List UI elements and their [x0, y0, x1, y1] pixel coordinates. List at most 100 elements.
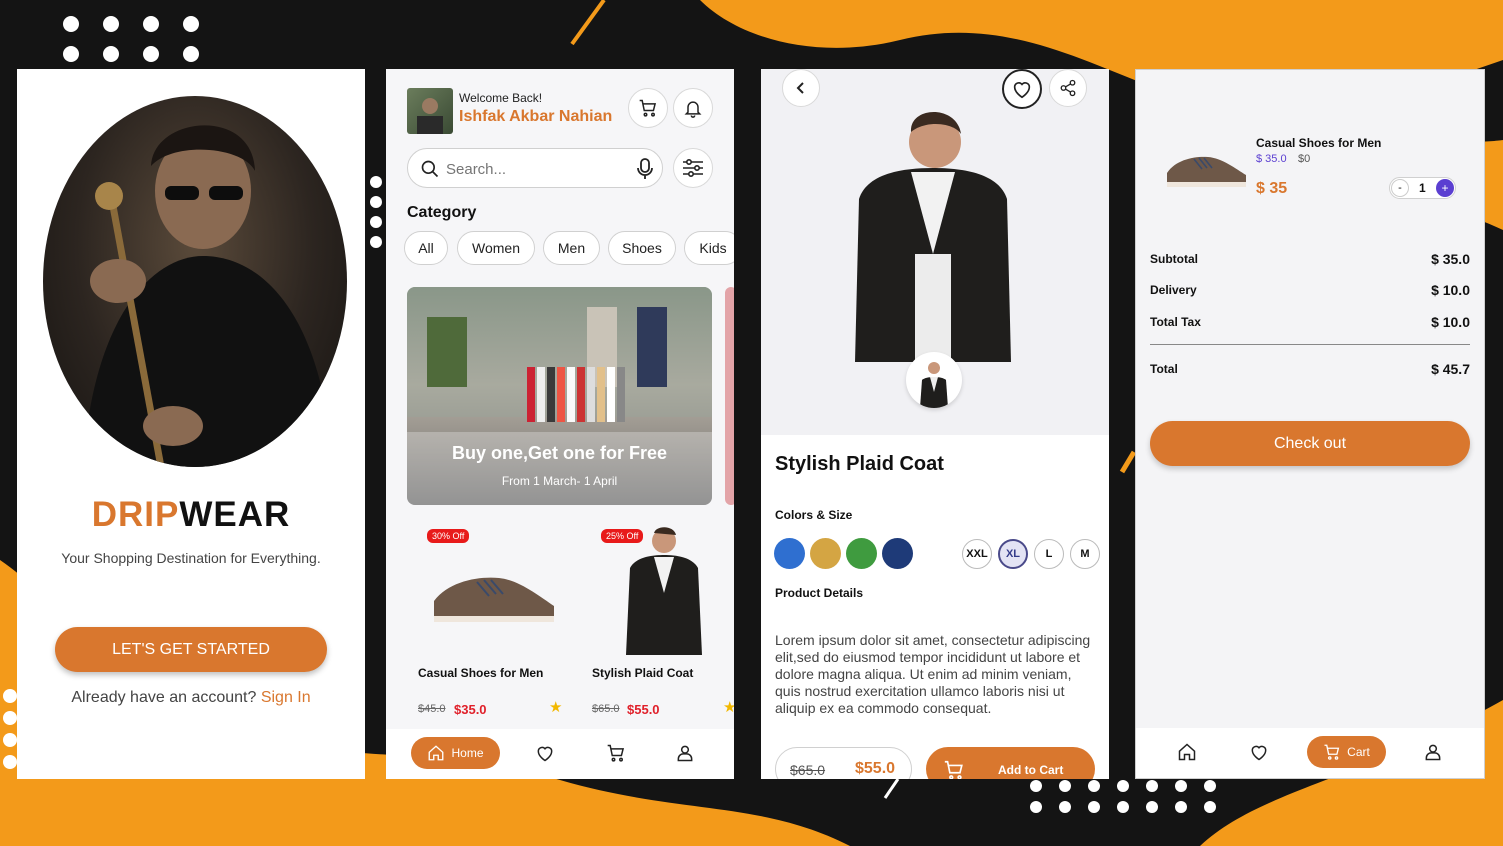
cart-item-total: $ 35	[1256, 180, 1288, 197]
cart-button[interactable]	[628, 88, 668, 128]
category-chip-women[interactable]: Women	[457, 231, 535, 265]
nav-cart-label: Cart	[1347, 745, 1370, 759]
size-option-xl[interactable]: XL	[998, 539, 1028, 569]
color-swatch[interactable]	[882, 538, 913, 569]
nav-cart-button[interactable]: Cart	[1307, 736, 1386, 768]
get-started-label: LET'S GET STARTED	[112, 640, 270, 658]
notification-button[interactable]	[673, 88, 713, 128]
share-icon	[1060, 79, 1076, 97]
onboarding-screen: DRIPWEAR Your Shopping Destination for E…	[17, 69, 365, 779]
filter-icon	[683, 158, 703, 178]
thumbnail[interactable]	[906, 352, 962, 408]
size-label: L	[1045, 548, 1053, 560]
bell-icon	[684, 101, 702, 118]
color-swatch[interactable]	[846, 538, 877, 569]
star-icon: ★	[549, 699, 563, 716]
quantity-stepper: - 1 +	[1389, 177, 1456, 199]
back-button[interactable]	[782, 69, 820, 107]
tagline: Your Shopping Destination for Everything…	[61, 550, 321, 566]
summary-label: Delivery	[1150, 283, 1197, 297]
product-name: Stylish Plaid Coat	[592, 666, 694, 680]
increment-button[interactable]: +	[1436, 179, 1454, 197]
nav-home-button[interactable]: Home	[411, 737, 500, 769]
size-option-xxl[interactable]: XXL	[962, 539, 992, 569]
minus-label: -	[1398, 182, 1402, 194]
chip-label: Women	[472, 240, 520, 256]
checkout-button[interactable]: Check out	[1150, 421, 1470, 466]
search-bar[interactable]	[407, 148, 663, 188]
decrement-button[interactable]: -	[1391, 179, 1409, 197]
size-option-l[interactable]: L	[1034, 539, 1064, 569]
next-banner-peek	[725, 287, 734, 505]
category-chip-kids[interactable]: Kids	[684, 231, 734, 265]
category-chip-all[interactable]: All	[404, 231, 448, 265]
product-image	[434, 577, 554, 622]
size-option-m[interactable]: M	[1070, 539, 1100, 569]
signin-row: Already have an account? Sign In	[17, 689, 365, 707]
size-label: XXL	[966, 548, 988, 560]
product-card[interactable]: 25% Off Stylish Plaid Coat $65.0 $55.0 ★	[581, 521, 734, 721]
summary-row: Subtotal $ 35.0	[1150, 251, 1470, 271]
add-to-cart-button[interactable]: Add to Cart	[926, 747, 1095, 779]
microphone-icon[interactable]	[636, 158, 654, 180]
chip-label: Shoes	[622, 240, 662, 256]
nav-home-label: Home	[451, 746, 484, 760]
summary-row: Delivery $ 10.0	[1150, 282, 1470, 302]
favorite-button[interactable]	[1002, 69, 1042, 109]
summary-value: $ 10.0	[1431, 282, 1470, 298]
price-box: $65.0 $55.0	[775, 747, 912, 779]
profile-icon[interactable]	[675, 743, 695, 763]
chip-label: Kids	[699, 240, 727, 256]
cart-item-extra: $0	[1298, 153, 1311, 165]
summary-label: Total Tax	[1150, 315, 1201, 329]
cart-screen: Casual Shoes for Men $ 35.0 $0 $ 35 - 1 …	[1135, 69, 1485, 779]
cart-item-name: Casual Shoes for Men	[1256, 136, 1382, 150]
product-image	[626, 527, 702, 655]
summary-row: Total Tax $ 10.0	[1150, 314, 1470, 334]
heart-icon[interactable]	[535, 743, 555, 763]
heart-icon[interactable]	[1249, 742, 1269, 762]
avatar[interactable]	[407, 88, 453, 134]
banner-subtitle: From 1 March- 1 April	[501, 474, 618, 488]
cart-item-unit-price: $ 35.0	[1256, 153, 1287, 165]
summary-value: $ 10.0	[1431, 314, 1470, 330]
cart-icon[interactable]	[606, 743, 626, 763]
product-title: Stylish Plaid Coat	[775, 453, 944, 475]
filter-button[interactable]	[673, 148, 713, 188]
total-row: Total $ 45.7	[1150, 361, 1470, 381]
get-started-button[interactable]: LET'S GET STARTED	[55, 627, 327, 672]
product-card[interactable]: 30% Off Casual Shoes for Men $45.0 $35.0…	[407, 521, 562, 721]
signin-link[interactable]: Sign In	[261, 689, 311, 706]
search-icon	[421, 160, 439, 178]
product-price: $55.0	[627, 702, 660, 717]
color-swatch[interactable]	[774, 538, 805, 569]
summary-value: $ 35.0	[1431, 251, 1470, 267]
home-screen: Welcome Back! Ishfak Akbar Nahian Catego…	[386, 69, 734, 779]
quantity-value: 1	[1419, 181, 1426, 195]
color-swatch[interactable]	[810, 538, 841, 569]
product-old-price: $45.0	[418, 703, 446, 715]
colors-size-label: Colors & Size	[775, 508, 853, 522]
summary-label: Subtotal	[1150, 252, 1198, 266]
product-hero	[761, 69, 1109, 435]
total-value: $ 45.7	[1431, 361, 1470, 377]
signin-prompt: Already have an account?	[71, 689, 257, 706]
share-button[interactable]	[1049, 69, 1087, 107]
promo-banner[interactable]: Buy one,Get one for Free From 1 March- 1…	[407, 287, 712, 505]
product-image	[855, 112, 1011, 362]
product-details-label: Product Details	[775, 586, 864, 600]
bottom-nav: Home	[386, 729, 734, 779]
profile-icon[interactable]	[1423, 742, 1443, 762]
add-to-cart-label: Add to Cart	[998, 763, 1064, 777]
chevron-left-icon	[796, 82, 804, 94]
hero-image	[43, 96, 347, 467]
divider	[1150, 344, 1470, 345]
category-chip-men[interactable]: Men	[543, 231, 600, 265]
category-chip-shoes[interactable]: Shoes	[608, 231, 676, 265]
home-icon[interactable]	[1177, 742, 1197, 762]
product-old-price: $65.0	[592, 703, 620, 715]
brand-part2: WEAR	[179, 495, 291, 534]
search-input[interactable]	[446, 158, 626, 180]
chip-label: All	[418, 240, 434, 256]
product-name: Casual Shoes for Men	[418, 666, 544, 680]
